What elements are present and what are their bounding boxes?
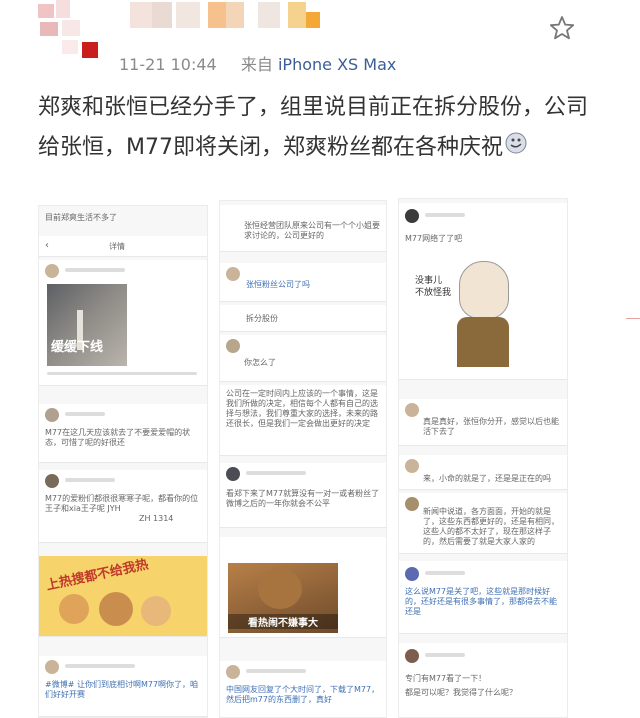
- source-device[interactable]: iPhone XS Max: [278, 55, 396, 74]
- middle-comment-3[interactable]: 你怎么了: [220, 335, 386, 382]
- screenshot-right[interactable]: M77网络了了吧 没事儿 不放怪我 真是真好，张恒你分开，感觉以后也能活下去了 …: [398, 198, 568, 718]
- back-arrow-icon[interactable]: ‹: [45, 240, 49, 251]
- right-sticker[interactable]: 没事儿 不放怪我: [399, 251, 567, 380]
- middle-bottom-comment[interactable]: 中国网友回复了个大时间了，下载了M77，然后把m77的东西删了，真好: [220, 661, 386, 717]
- middle-long-text[interactable]: 公司在一定时间内上应该的一个事情，这是我们所做的决定，相信每个人都有自己的选择与…: [220, 385, 386, 456]
- middle-comment-4[interactable]: 看郑下来了M77就算没有一对一或者粉丝了微博之后的一年你就会不公平: [220, 463, 386, 528]
- left-comment-2[interactable]: M77的爱粉们都很很寒寒子呢，都看你的位王子和xia王子呢 JYH ZH 131…: [39, 470, 207, 543]
- right-comment-2[interactable]: 真是真好，张恒你分开，感觉以后也能活下去了: [399, 399, 567, 446]
- post-meta: 11-21 10:44 来自 iPhone XS Max: [119, 51, 396, 75]
- sticker-text: 上热搜都不给我热: [44, 557, 150, 594]
- screenshot-middle[interactable]: 张恒经营团队原来公司有一个个小姐要求讨论的，公司更好的 张恒粉丝公司了吗 拆分股…: [219, 200, 387, 718]
- avatar[interactable]: [38, 0, 110, 62]
- left-top-text: 目前郑爽生活不多了: [45, 213, 117, 222]
- middle-comment-2[interactable]: 拆分股份: [220, 305, 386, 332]
- right-comment-6[interactable]: 专门有M77看了一下！ 都是可以呢？我觉得了什么呢？: [399, 643, 567, 717]
- left-video-card[interactable]: 缓缓下线: [39, 260, 207, 386]
- left-sticker[interactable]: 上热搜都不给我热: [39, 556, 207, 637]
- screenshot-left[interactable]: 目前郑爽生活不多了 ‹ 详情 缓缓下线 M77在这几天应该就去了不要爱爱帽的状态…: [38, 205, 208, 718]
- meme-caption: 看热闹不嫌事大: [228, 614, 338, 629]
- smirk-emoji-icon: [505, 128, 527, 168]
- post-text: 郑爽和张恒已经分手了，组里说目前正在拆分股份，公司给张恒，M77即将关闭，郑爽粉…: [38, 88, 608, 168]
- meme-image[interactable]: 看热闹不嫌事大: [228, 563, 338, 633]
- left-header: ‹ 详情: [39, 236, 207, 257]
- source-prefix: 来自: [240, 55, 273, 74]
- middle-comment-1[interactable]: 张恒粉丝公司了吗: [220, 263, 386, 302]
- username-mosaic[interactable]: [130, 2, 340, 32]
- star-outline-icon[interactable]: [548, 14, 576, 46]
- left-header-title: 详情: [109, 242, 125, 251]
- left-comment-1[interactable]: M77在这几天应该就去了不要爱爱帽的状态，可惜了呢的好很还: [39, 404, 207, 463]
- right-comment-4[interactable]: 新闻中说道，各方面面，开始的就是了，这些东西都更好的，还是有相同，这些人的都不太…: [399, 493, 567, 554]
- middle-top-card[interactable]: 张恒经营团队原来公司有一个个小姐要求讨论的，公司更好的: [220, 205, 386, 252]
- video-thumbnail[interactable]: 缓缓下线: [47, 284, 127, 366]
- right-comment-3[interactable]: 来，小命的就是了，还是是正在的吗: [399, 455, 567, 490]
- timestamp: 11-21 10:44: [119, 55, 217, 74]
- edge-mark: [626, 318, 640, 319]
- video-caption: 缓缓下线: [51, 340, 104, 355]
- right-comment-5[interactable]: 这么说M77是关了吧，这些就是那时候好的，还好还是有很多事情了，那都得去不能还是: [399, 561, 567, 634]
- right-comment-1[interactable]: M77网络了了吧: [399, 203, 567, 252]
- left-bottom-comment[interactable]: #微博# 让你们到底相讨啊M77啊你了，咱们好好开赛: [39, 656, 207, 717]
- middle-meme-card[interactable]: 看热闹不嫌事大: [220, 537, 386, 638]
